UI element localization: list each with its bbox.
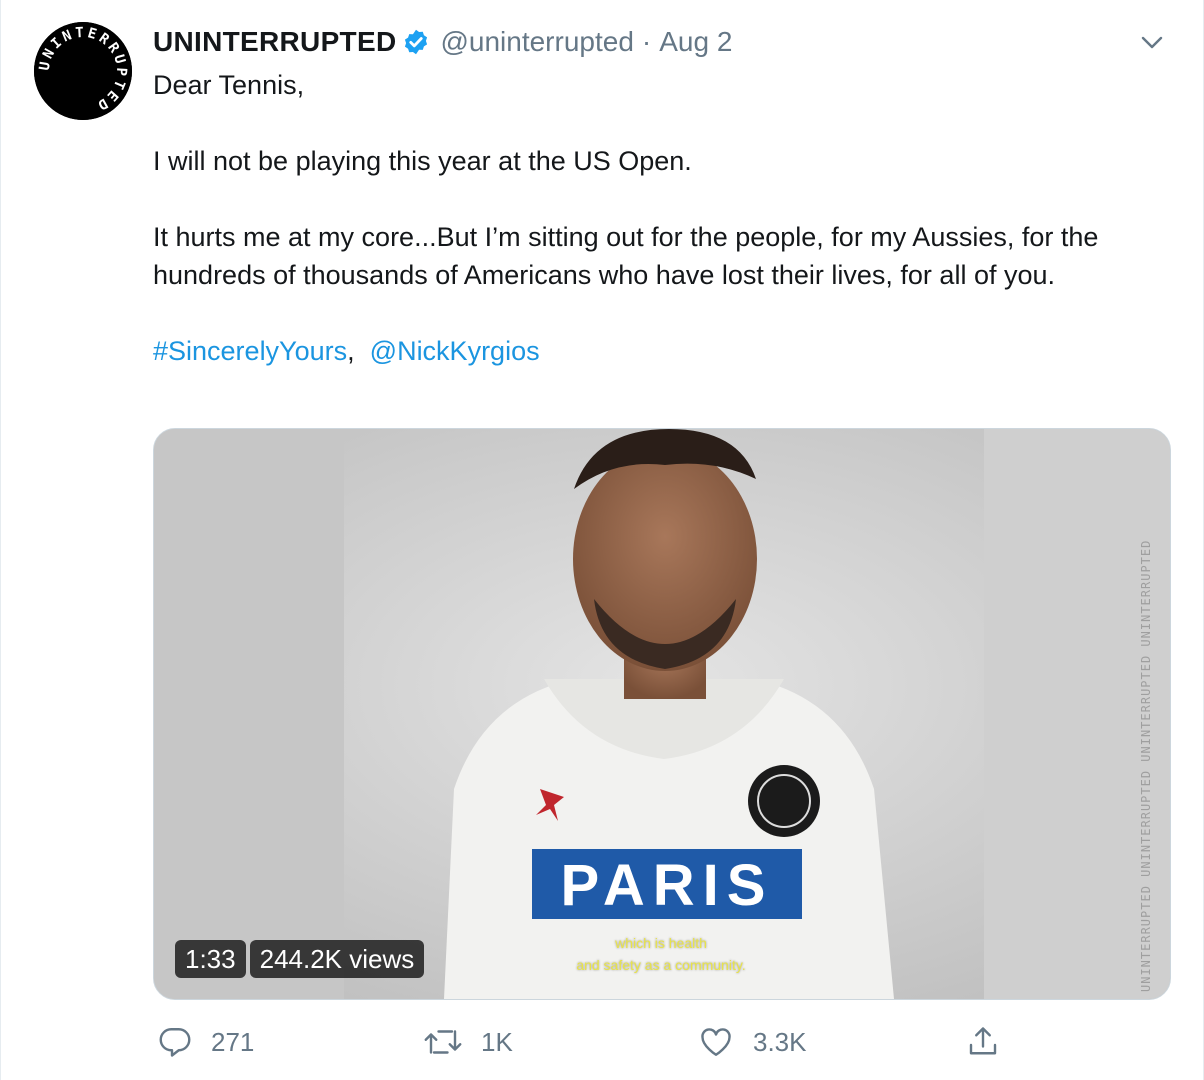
mention-link[interactable]: @NickKyrgios	[370, 336, 540, 366]
author-handle[interactable]: @uninterrupted	[440, 26, 633, 58]
tweet-line-reason: It hurts me at my core...But I’m sitting…	[153, 222, 1099, 290]
tweet-links: #SincerelyYours, @NickKyrgios	[153, 332, 1163, 370]
video-frame: PARIS	[154, 429, 1170, 999]
tweet-date[interactable]: Aug 2	[659, 26, 732, 58]
subtitle-line-1: which is health	[615, 935, 707, 951]
video-player[interactable]: PARIS	[153, 428, 1171, 1000]
heart-icon	[701, 1028, 731, 1056]
like-count: 3.3K	[753, 1026, 807, 1057]
video-views-badge: 244.2K views	[249, 940, 425, 978]
video-badges: 1:33 244.2K views	[175, 940, 425, 978]
tweet-line-greeting: Dear Tennis,	[153, 70, 305, 100]
reply-count: 271	[211, 1026, 255, 1057]
hoodie-print-text: PARIS	[561, 853, 774, 918]
verified-check-icon	[402, 28, 430, 56]
video-subtitles: which is health and safety as a communit…	[531, 932, 791, 976]
like-button[interactable]: 3.3K	[697, 1018, 807, 1066]
retweet-button[interactable]: 1K	[423, 1018, 513, 1066]
reply-icon	[159, 1028, 191, 1057]
tweet-card[interactable]: UNINTERRUPTED UNINTERRUPTED @uninterrupt…	[0, 0, 1204, 1080]
hashtag-link[interactable]: #SincerelyYours	[153, 336, 347, 366]
tweet-actions: 271 1K 3.3K	[153, 1018, 1171, 1066]
tweet-header: UNINTERRUPTED @uninterrupted · Aug 2	[153, 22, 732, 62]
display-name[interactable]: UNINTERRUPTED	[153, 26, 396, 58]
link-separator: ,	[347, 336, 355, 366]
subtitle-line-2: and safety as a community.	[576, 957, 746, 973]
tweet-line-announcement: I will not be playing this year at the U…	[153, 146, 692, 176]
video-duration-badge: 1:33	[175, 940, 246, 978]
watermark-text: UNINTERRUPTED UNINTERRUPTED UNINTERRUPTE…	[1139, 539, 1153, 992]
reply-button[interactable]: 271	[157, 1018, 254, 1066]
retweet-icon	[424, 1030, 462, 1054]
avatar[interactable]: UNINTERRUPTED	[34, 22, 132, 120]
chevron-down-icon[interactable]	[1137, 30, 1167, 54]
share-button[interactable]	[965, 1018, 1019, 1066]
retweet-count: 1K	[481, 1026, 513, 1057]
header-separator: ·	[641, 26, 652, 57]
share-icon	[969, 1027, 997, 1055]
tweet-text: Dear Tennis, I will not be playing this …	[153, 66, 1163, 370]
video-watermark: UNINTERRUPTED UNINTERRUPTED UNINTERRUPTE…	[1139, 436, 1161, 992]
